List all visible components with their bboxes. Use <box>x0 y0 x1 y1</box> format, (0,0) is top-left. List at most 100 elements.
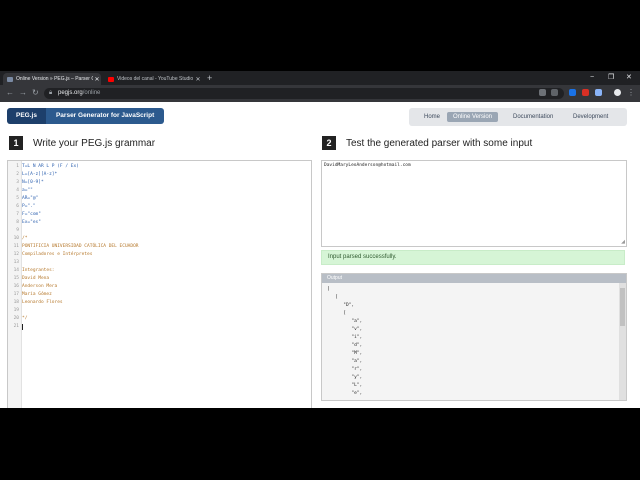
line-number: 1 <box>16 164 19 169</box>
site-nav: Home Online Version Documentation Develo… <box>409 108 627 126</box>
grammar-editor[interactable]: 1 2 3 4 5 6 7 8 9 10 11 12 13 14 15 16 17 18 19 20 21 T=L N … <box>7 160 312 408</box>
back-button[interactable]: ← <box>6 88 14 98</box>
nav-documentation[interactable]: Documentation <box>507 112 559 122</box>
reload-button[interactable]: ↻ <box>32 88 39 98</box>
lock-icon: 🔒︎ <box>49 90 53 96</box>
tab-title: Videos del canal - YouTube Studio <box>117 76 194 82</box>
tab-youtube-studio[interactable]: Videos del canal - YouTube Studio ✕ <box>104 73 202 85</box>
step-number: 2 <box>322 136 336 150</box>
line-number: 12 <box>13 252 19 257</box>
line-number: 6 <box>16 204 19 209</box>
pegjs-online-page: PEG.js Parser Generator for JavaScript H… <box>0 102 640 408</box>
step-number: 1 <box>9 136 23 150</box>
forward-button[interactable]: → <box>19 88 27 98</box>
output-line: "v", <box>327 327 363 332</box>
new-tab-button[interactable]: + <box>207 73 212 83</box>
output-line: "i", <box>327 335 363 340</box>
output-line: "e", <box>327 391 363 396</box>
restore-button[interactable]: ❐ <box>608 73 614 83</box>
nav-online-version[interactable]: Online Version <box>447 112 499 122</box>
line-number: 10 <box>13 236 19 241</box>
code-line: Leonardo Flores <box>22 300 63 305</box>
output-line: [ <box>327 287 330 292</box>
code-line: F="com" <box>22 212 41 217</box>
code-line: /* <box>22 236 28 241</box>
tab-title: Online Version » PEG.js – Parser G <box>16 76 93 82</box>
nav-development[interactable]: Development <box>567 112 614 122</box>
code-line: Ex="es" <box>22 220 41 225</box>
resize-handle-icon[interactable]: ◢ <box>621 240 625 245</box>
output-line: "a", <box>327 359 363 364</box>
line-number: 16 <box>13 284 19 289</box>
menu-kebab-icon[interactable]: ⋮ <box>627 88 635 98</box>
line-number-gutter: 1 2 3 4 5 6 7 8 9 10 11 12 13 14 15 16 17 18 19 20 21 <box>8 161 22 408</box>
code-line: AR="@" <box>22 196 39 201</box>
address-bar[interactable]: 🔒︎ pegjs.org/online <box>44 88 564 99</box>
output-line: "a", <box>327 319 363 324</box>
translate-icon[interactable] <box>539 89 546 96</box>
url-path: /online <box>82 90 101 96</box>
star-icon[interactable] <box>551 89 558 96</box>
line-number: 13 <box>13 260 19 265</box>
line-number: 3 <box>16 180 19 185</box>
code-line: L=[A-z][A-z]* <box>22 172 58 177</box>
line-number: 4 <box>16 188 19 193</box>
code-line: */ <box>22 316 28 321</box>
line-number: 21 <box>13 324 19 329</box>
logo-long: Parser Generator for JavaScript <box>45 108 165 124</box>
code-line: T=L N AR L P (F / Ex) <box>22 164 79 169</box>
code-line: P="." <box>22 204 36 209</box>
line-number: 8 <box>16 220 19 225</box>
output-scrollbar-thumb[interactable] <box>620 288 625 326</box>
line-number: 20 <box>13 316 19 321</box>
code-line: Anderson Mera <box>22 284 58 289</box>
extension-icon[interactable] <box>595 89 602 96</box>
line-number: 19 <box>13 308 19 313</box>
line-number: 18 <box>13 300 19 305</box>
output-line: "M", <box>327 351 363 356</box>
output-header: Output <box>322 274 626 283</box>
minimize-button[interactable]: − <box>590 73 594 83</box>
output-line: "L", <box>327 383 363 388</box>
output-line: "d", <box>327 343 363 348</box>
url-host: pegjs.org <box>58 90 83 96</box>
code-line: David Mena <box>22 276 50 281</box>
youtube-favicon-icon <box>108 76 114 82</box>
close-tab-icon[interactable]: ✕ <box>194 76 202 83</box>
output-line: "y", <box>327 375 363 380</box>
nav-home[interactable]: Home <box>418 112 446 122</box>
output-line: "D", <box>327 303 355 308</box>
line-number: 17 <box>13 292 19 297</box>
extension-icon[interactable] <box>569 89 576 96</box>
output-panel: Output [ [ "D", [ "a", "v", "i", "d", "M… <box>321 273 627 401</box>
line-number: 9 <box>16 228 19 233</box>
step-1-heading: 1 Write your PEG.js grammar <box>9 136 155 150</box>
code-line: N=[0-9]* <box>22 180 44 185</box>
pdf-extension-icon[interactable] <box>582 89 589 96</box>
close-window-button[interactable]: ✕ <box>626 73 632 83</box>
close-tab-icon[interactable]: ✕ <box>93 76 101 83</box>
code-line: Compiladores e Intérpretes <box>22 252 93 257</box>
code-line: Integrantes: <box>22 268 55 273</box>
logo-short: PEG.js <box>7 108 46 124</box>
parser-input-textarea[interactable]: DavidMaryLeoAnderson@hotmail.com ◢ <box>321 160 627 247</box>
pegjs-favicon-icon <box>7 76 13 82</box>
output-line: [ <box>327 295 338 300</box>
line-number: 15 <box>13 276 19 281</box>
browser-window: Online Version » PEG.js – Parser G ✕ Vid… <box>0 71 640 408</box>
line-number: 5 <box>16 196 19 201</box>
parser-input-value: DavidMaryLeoAnderson@hotmail.com <box>324 163 411 168</box>
parse-status-message: Input parsed successfully. <box>321 250 625 265</box>
site-logo[interactable]: PEG.js Parser Generator for JavaScript <box>7 108 165 124</box>
tab-pegjs-online[interactable]: Online Version » PEG.js – Parser G ✕ <box>3 73 101 85</box>
code-line: María Gómez <box>22 292 52 297</box>
step-2-heading: 2 Test the generated parser with some in… <box>322 136 532 150</box>
line-number: 7 <box>16 212 19 217</box>
tab-strip: Online Version » PEG.js – Parser G ✕ Vid… <box>0 71 640 85</box>
line-number: 2 <box>16 172 19 177</box>
output-line: "r", <box>327 367 363 372</box>
code-line: a="" <box>22 188 33 193</box>
profile-avatar-icon[interactable] <box>614 89 621 96</box>
line-number: 14 <box>13 268 19 273</box>
output-line: [ <box>327 311 346 316</box>
